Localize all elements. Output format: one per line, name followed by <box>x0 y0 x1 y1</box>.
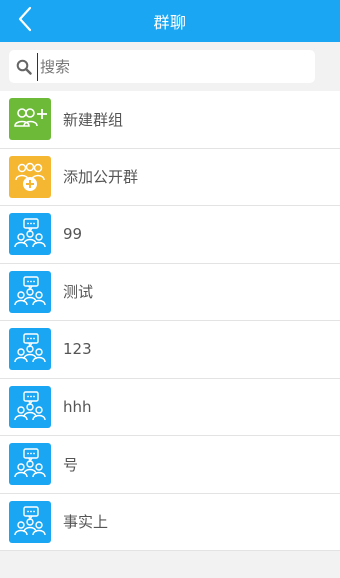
search-bar <box>0 42 340 91</box>
group-chat-icon <box>9 385 51 428</box>
new-group-item[interactable]: 新建群组 <box>0 91 340 149</box>
add-public-group-label: 添加公开群 <box>63 168 139 187</box>
group-item[interactable]: 事实上 <box>0 493 340 551</box>
group-item[interactable]: 号 <box>0 436 340 494</box>
new-group-icon <box>9 98 51 141</box>
search-input[interactable] <box>37 52 307 81</box>
group-item[interactable]: 123 <box>0 321 340 379</box>
group-item[interactable]: 99 <box>0 206 340 264</box>
group-chat-icon <box>9 500 51 543</box>
header-bar: 群聊 <box>0 0 340 42</box>
group-chat-icon <box>9 443 51 486</box>
search-icon <box>15 58 33 76</box>
page-title: 群聊 <box>153 13 187 32</box>
new-group-label: 新建群组 <box>63 110 124 129</box>
group-name: 测试 <box>63 283 94 302</box>
group-name: 99 <box>63 225 83 244</box>
add-public-group-item[interactable]: 添加公开群 <box>0 148 340 206</box>
group-item[interactable]: hhh <box>0 378 340 436</box>
group-name: 123 <box>63 340 92 359</box>
group-item[interactable]: 测试 <box>0 263 340 321</box>
group-list: 新建群组 添加公开群 99 测试 123 hhh 号 事实上 <box>0 91 340 551</box>
group-name: 事实上 <box>63 513 109 532</box>
search-box[interactable] <box>9 50 315 83</box>
group-chat-icon <box>9 213 51 256</box>
add-public-group-icon <box>9 155 51 198</box>
group-chat-icon <box>9 270 51 313</box>
group-name: hhh <box>63 397 92 416</box>
group-name: 号 <box>63 455 79 474</box>
group-chat-icon <box>9 328 51 371</box>
